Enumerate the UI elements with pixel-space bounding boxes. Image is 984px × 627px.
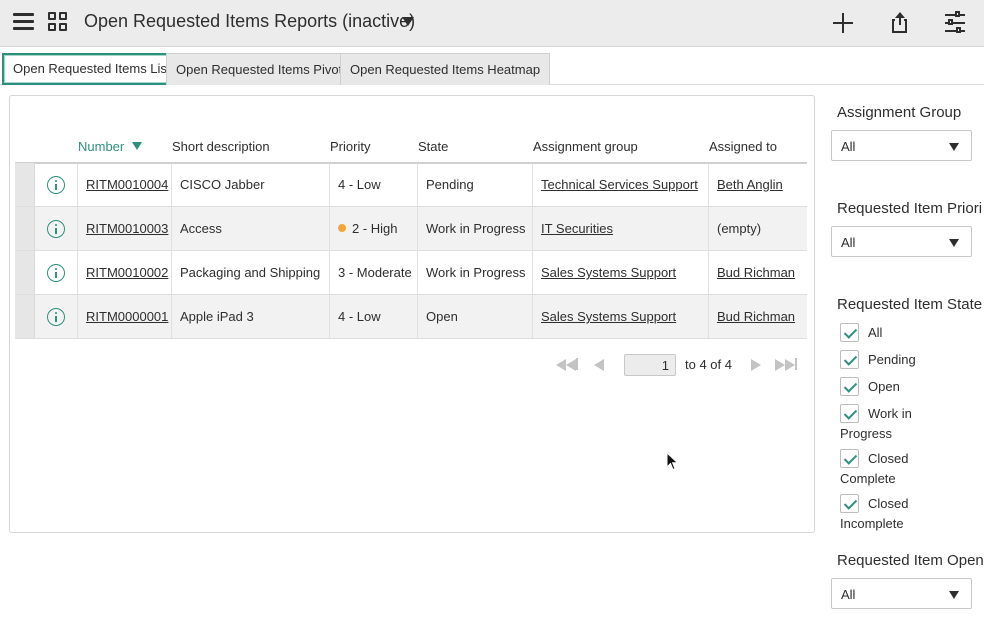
opened-filter-title: Requested Item Open	[837, 552, 984, 569]
priority-select[interactable]: All	[831, 226, 972, 257]
tab-pivot[interactable]: Open Requested Items Pivot	[166, 53, 353, 85]
chevron-down-icon	[949, 143, 959, 151]
assignment-group-link[interactable]: IT Securities	[541, 221, 613, 236]
select-value: All	[841, 235, 856, 250]
table-row: RITM0010002 Packaging and Shipping 3 - M…	[15, 251, 807, 295]
sliders-icon[interactable]	[943, 10, 967, 36]
select-value: All	[841, 587, 856, 602]
opened-select[interactable]: All	[831, 578, 972, 609]
priority-cell: 4 - Low	[338, 309, 381, 324]
priority-high-dot-icon	[338, 224, 346, 232]
top-header: Open Requested Items Reports (inactive)	[0, 0, 984, 47]
info-icon[interactable]	[47, 220, 65, 238]
record-number-link[interactable]: RITM0010004	[86, 177, 168, 192]
assignment-group-link[interactable]: Technical Services Support	[541, 177, 698, 192]
checkbox-label: Closed Complete	[840, 451, 909, 486]
record-number-link[interactable]: RITM0010003	[86, 221, 168, 236]
assignment-group-link[interactable]: Sales Systems Support	[541, 265, 676, 280]
assignment-group-select[interactable]: All	[831, 130, 972, 161]
state-cell: Pending	[426, 177, 474, 192]
state-cell: Work in Progress	[426, 265, 526, 280]
chevron-down-icon[interactable]	[402, 17, 414, 26]
last-page-icon[interactable]	[775, 358, 797, 376]
state-filter-title: Requested Item State	[837, 296, 983, 313]
checkbox-label: Closed Incomplete	[840, 496, 909, 531]
tab-list[interactable]: Open Requested Items List	[2, 53, 182, 85]
checkbox[interactable]	[840, 323, 859, 342]
assignment-group-link[interactable]: Sales Systems Support	[541, 309, 676, 324]
checkbox[interactable]	[840, 377, 859, 396]
priority-value: 2 - High	[352, 221, 398, 236]
assigned-to-cell: (empty)	[717, 221, 762, 236]
tab-heatmap[interactable]: Open Requested Items Heatmap	[340, 53, 551, 85]
short-description-cell: CISCO Jabber	[180, 177, 265, 192]
priority-cell: 2 - High	[338, 221, 398, 236]
assigned-to-link[interactable]: Bud Richman	[717, 265, 795, 280]
column-header-assignment-group[interactable]: Assignment group	[533, 139, 638, 154]
state-cell: Work in Progress	[426, 221, 526, 236]
column-header-label: Number	[78, 139, 125, 154]
page-title: Open Requested Items Reports (inactive)	[84, 11, 416, 31]
chevron-down-icon	[949, 591, 959, 599]
short-description-cell: Access	[180, 221, 222, 236]
column-header-number[interactable]: Number	[78, 139, 143, 154]
next-page-icon[interactable]	[751, 358, 761, 376]
first-page-icon[interactable]	[556, 358, 578, 376]
assigned-to-link[interactable]: Beth Anglin	[717, 177, 783, 192]
row-gutter[interactable]	[15, 295, 35, 338]
priority-cell: 4 - Low	[338, 177, 381, 192]
share-icon[interactable]	[888, 10, 914, 36]
assignment-group-filter-title: Assignment Group	[837, 104, 962, 121]
checkbox-label: Work in Progress	[840, 406, 912, 441]
checkbox-label: All	[868, 325, 883, 340]
info-icon[interactable]	[47, 308, 65, 326]
table-row: RITM0000001 Apple iPad 3 4 - Low Open Sa…	[15, 295, 807, 339]
state-cell: Open	[426, 309, 458, 324]
previous-page-icon[interactable]	[594, 358, 604, 376]
table-row: RITM0010004 CISCO Jabber 4 - Low Pending…	[15, 163, 807, 207]
column-header-short-description[interactable]: Short description	[172, 139, 270, 154]
plus-icon[interactable]	[830, 10, 856, 36]
info-icon[interactable]	[47, 264, 65, 282]
page-number-input[interactable]	[624, 354, 676, 376]
row-gutter[interactable]	[15, 207, 35, 250]
record-number-link[interactable]: RITM0000001	[86, 309, 168, 324]
row-gutter[interactable]	[15, 163, 35, 206]
column-header-assigned-to[interactable]: Assigned to	[709, 139, 777, 154]
checkbox-label: Pending	[868, 352, 916, 367]
checkbox[interactable]	[840, 350, 859, 369]
list-panel: Number Short description Priority State …	[9, 95, 815, 533]
chevron-down-icon	[949, 239, 959, 247]
assigned-to-link[interactable]: Bud Richman	[717, 309, 795, 324]
checkbox-label: Open	[868, 379, 900, 394]
record-number-link[interactable]: RITM0010002	[86, 265, 168, 280]
hamburger-menu-icon[interactable]	[13, 13, 34, 31]
grid-icon[interactable]	[48, 12, 69, 33]
priority-filter-title: Requested Item Priori	[837, 200, 983, 217]
sort-desc-icon	[132, 142, 143, 150]
table-row: RITM0010003 Access 2 - High Work in Prog…	[15, 207, 807, 251]
short-description-cell: Packaging and Shipping	[180, 265, 321, 280]
report-tabs: Open Requested Items List Open Requested…	[0, 47, 984, 85]
short-description-cell: Apple iPad 3	[180, 309, 254, 324]
column-header-priority[interactable]: Priority	[330, 139, 370, 154]
priority-cell: 3 - Moderate	[338, 265, 412, 280]
info-icon[interactable]	[47, 176, 65, 194]
page-count-text: to 4 of 4	[685, 357, 732, 372]
row-gutter[interactable]	[15, 251, 35, 294]
select-value: All	[841, 139, 856, 154]
column-header-state[interactable]: State	[418, 139, 448, 154]
